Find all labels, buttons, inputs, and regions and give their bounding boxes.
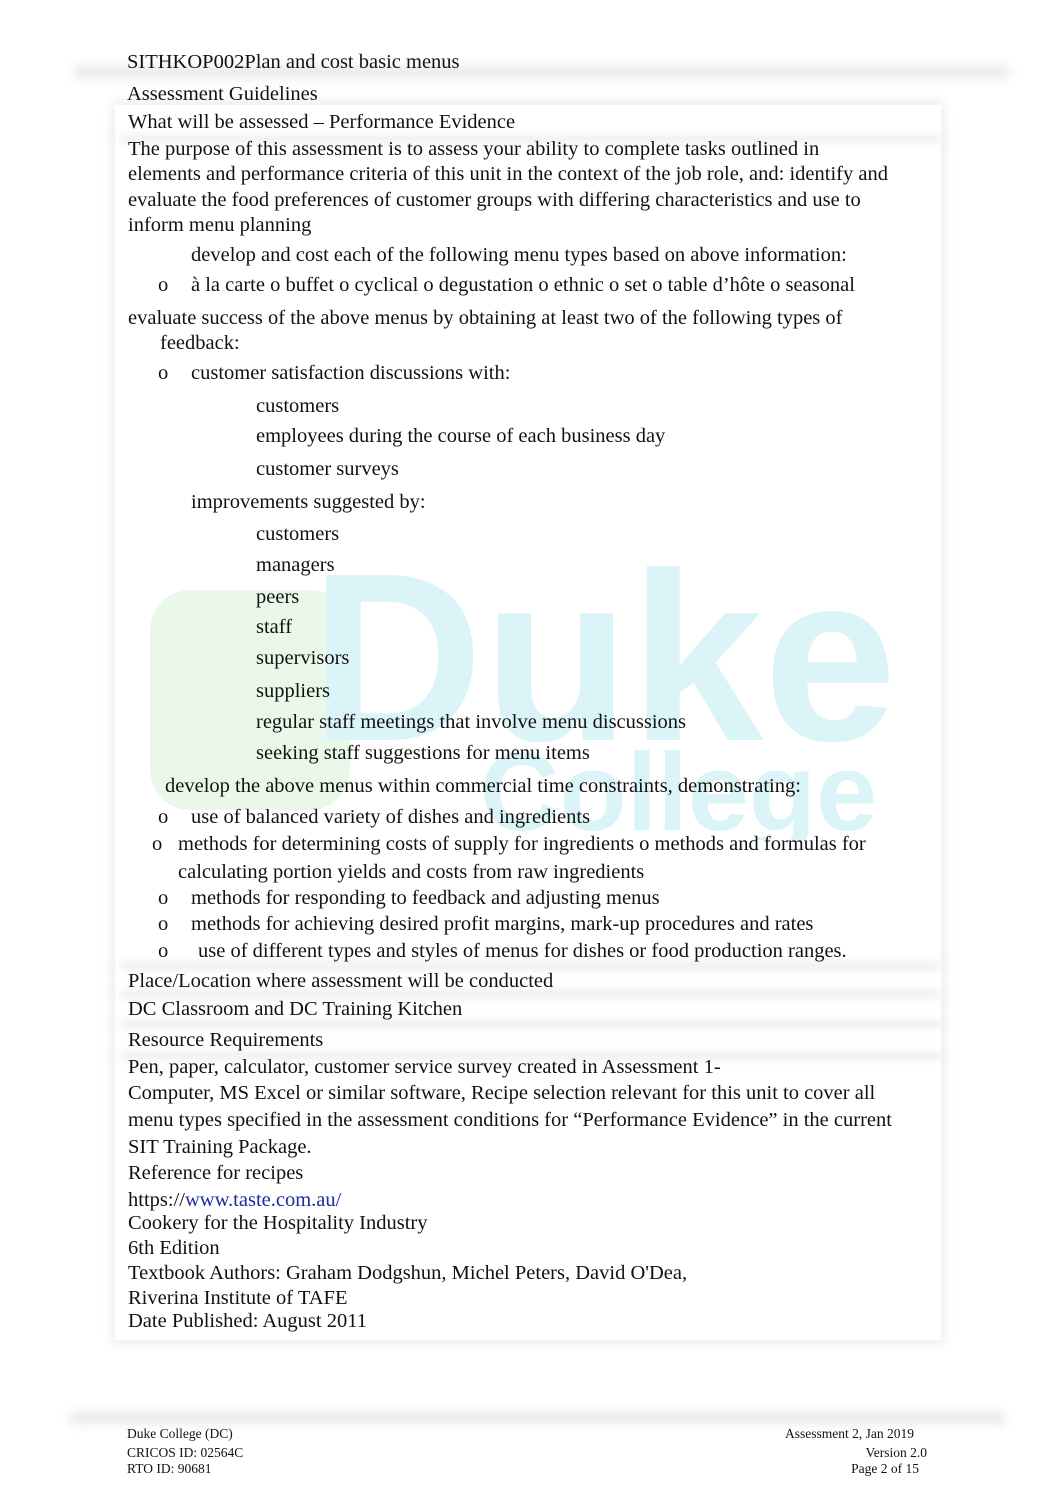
book-line: Textbook Authors: Graham Dodgshun, Miche… [128, 1262, 688, 1284]
resource-line: Reference for recipes [128, 1162, 304, 1184]
footer-rto: RTO ID: 90681 [127, 1461, 212, 1476]
purpose-line: inform menu planning [128, 214, 312, 236]
place-heading: Place/Location where assessment will be … [128, 970, 554, 992]
list-item: customers [256, 523, 340, 545]
circle-bullet-icon: o [158, 887, 169, 909]
evaluate-line: evaluate success of the above menus by o… [128, 307, 843, 329]
place-value: DC Classroom and DC Training Kitchen [128, 998, 463, 1020]
list-item: managers [256, 554, 335, 576]
purpose-line: elements and performance criteria of thi… [128, 163, 888, 185]
circle-bullet-icon: o [158, 940, 169, 962]
list-item: use of different types and styles of men… [198, 940, 847, 962]
list-item: seeking staff suggestions for menu items [256, 742, 590, 764]
circle-bullet-icon: o [158, 274, 169, 296]
footer-version: Version 2.0 [865, 1445, 928, 1460]
list-item: employees during the course of each busi… [256, 425, 666, 447]
purpose-line: The purpose of this assessment is to ass… [128, 138, 820, 160]
resource-line: menu types specified in the assessment c… [128, 1109, 892, 1131]
list-item: customers [256, 395, 340, 417]
footer-page-number: Page 2 of 15 [851, 1461, 919, 1476]
list-item: supervisors [256, 647, 350, 669]
taste-link[interactable]: www.taste.com.au/ [185, 1189, 341, 1211]
customer-satisfaction-item: customer satisfaction discussions with: [191, 362, 511, 384]
footer-cricos: CRICOS ID: 02564C [127, 1445, 244, 1460]
document-page: Duke College SITHKOP002Plan and cost bas… [0, 0, 1062, 1506]
list-item: calculating portion yields and costs fro… [178, 861, 645, 883]
footer-college: Duke College (DC) [127, 1426, 233, 1441]
purpose-line: evaluate the food preferences of custome… [128, 189, 861, 211]
footer-assessment: Assessment 2, Jan 2019 [785, 1426, 914, 1441]
book-line: Cookery for the Hospitality Industry [128, 1212, 428, 1234]
menu-types: à la carte o buffet o cyclical o degusta… [191, 274, 855, 296]
resource-line: Pen, paper, calculator, customer service… [128, 1056, 721, 1078]
resource-line: SIT Training Package. [128, 1136, 312, 1158]
link-prefix: https:// [128, 1189, 185, 1211]
book-line: Date Published: August 2011 [128, 1310, 367, 1332]
develop-cost-item: develop and cost each of the following m… [191, 244, 847, 266]
footer-divider [70, 1412, 1005, 1424]
what-assessed-heading: What will be assessed – Performance Evid… [128, 111, 516, 133]
resource-line: Computer, MS Excel or similar software, … [128, 1082, 876, 1104]
circle-bullet-icon: o [158, 362, 169, 384]
list-item: regular staff meetings that involve menu… [256, 711, 687, 733]
develop-time-item: develop the above menus within commercia… [165, 775, 801, 797]
book-line: Riverina Institute of TAFE [128, 1287, 348, 1309]
list-item: methods for determining costs of supply … [178, 833, 866, 855]
header-unit-title: SITHKOP002Plan and cost basic menus [127, 51, 460, 73]
list-item: staff [256, 616, 293, 638]
circle-bullet-icon: o [152, 833, 163, 855]
circle-bullet-icon: o [158, 806, 169, 828]
list-item: methods for achieving desired profit mar… [191, 913, 814, 935]
list-item: use of balanced variety of dishes and in… [191, 806, 591, 828]
row-divider [120, 1020, 940, 1028]
recipe-link-line: https://www.taste.com.au/ [128, 1188, 341, 1212]
list-item: methods for responding to feedback and a… [191, 887, 660, 909]
list-item: suppliers [256, 680, 331, 702]
improvements-item: improvements suggested by: [191, 491, 426, 513]
list-item: peers [256, 586, 300, 608]
circle-bullet-icon: o [158, 913, 169, 935]
resource-heading: Resource Requirements [128, 1029, 324, 1051]
book-line: 6th Edition [128, 1237, 220, 1259]
evaluate-line: feedback: [160, 332, 240, 354]
list-item: customer surveys [256, 458, 399, 480]
section-title: Assessment Guidelines [127, 83, 318, 105]
